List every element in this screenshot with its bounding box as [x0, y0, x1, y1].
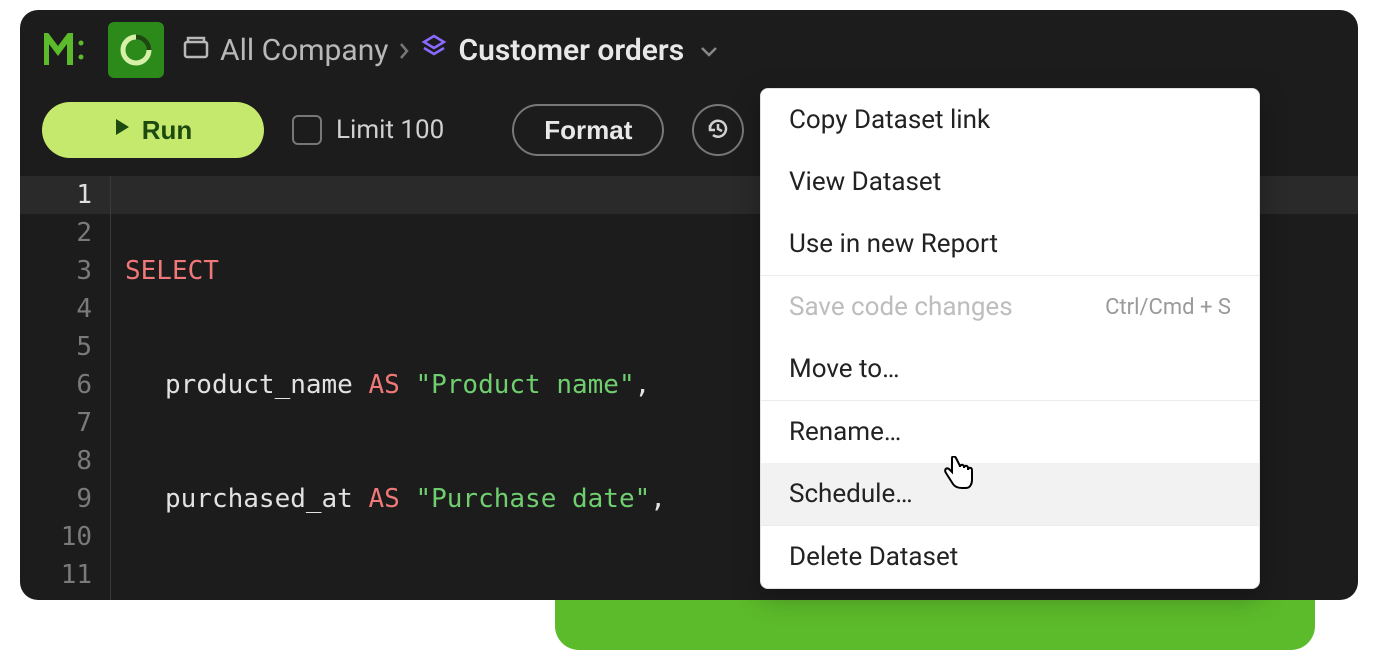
line-number: 3	[20, 252, 92, 290]
workspace-icon[interactable]	[108, 22, 164, 78]
line-number: 8	[20, 442, 92, 480]
line-number: 4	[20, 290, 92, 328]
breadcrumb-dataset[interactable]: Customer orders	[420, 33, 684, 68]
line-number: 1	[20, 176, 92, 214]
menu-rename[interactable]: Rename…	[761, 401, 1259, 463]
menu-save-shortcut: Ctrl/Cmd + S	[1105, 295, 1231, 320]
run-button-label: Run	[142, 115, 193, 146]
menu-copy-link[interactable]: Copy Dataset link	[761, 89, 1259, 151]
menu-delete[interactable]: Delete Dataset	[761, 526, 1259, 588]
collection-icon	[182, 33, 210, 68]
code-content[interactable]: SELECT product_name AS "Product name", p…	[125, 176, 697, 600]
checkbox-icon[interactable]	[292, 115, 322, 145]
header: All Company Customer orders	[20, 10, 1358, 90]
menu-move-to[interactable]: Move to…	[761, 338, 1259, 400]
menu-view-dataset[interactable]: View Dataset	[761, 151, 1259, 213]
menu-use-report[interactable]: Use in new Report	[761, 213, 1259, 275]
format-button-label: Format	[544, 115, 632, 145]
run-button[interactable]: Run	[42, 102, 264, 158]
chevron-right-icon	[398, 33, 410, 68]
dataset-icon	[420, 33, 448, 68]
line-number: 9	[20, 480, 92, 518]
line-number: 6	[20, 366, 92, 404]
breadcrumb-collection[interactable]: All Company	[182, 33, 388, 68]
menu-schedule[interactable]: Schedule…	[761, 463, 1259, 525]
line-number: 7	[20, 404, 92, 442]
history-icon	[705, 116, 731, 145]
dataset-menu-toggle[interactable]	[700, 38, 718, 62]
line-gutter: 1 2 3 4 5 6 7 8 9 10 11	[20, 176, 110, 600]
line-number: 5	[20, 328, 92, 366]
format-button[interactable]: Format	[512, 104, 664, 156]
line-number: 2	[20, 214, 92, 252]
limit-toggle[interactable]: Limit 100	[292, 115, 444, 145]
breadcrumb-dataset-label: Customer orders	[458, 33, 684, 68]
line-number: 10	[20, 518, 92, 556]
menu-save: Save code changes Ctrl/Cmd + S	[761, 276, 1259, 338]
play-icon	[114, 118, 130, 142]
breadcrumb-collection-label: All Company	[220, 33, 388, 68]
dataset-context-menu: Copy Dataset link View Dataset Use in ne…	[760, 88, 1260, 589]
line-number: 11	[20, 556, 92, 594]
history-button[interactable]	[692, 104, 744, 156]
limit-label: Limit 100	[336, 115, 444, 145]
app-logo-icon[interactable]	[42, 30, 90, 70]
breadcrumb: All Company Customer orders	[182, 33, 718, 68]
